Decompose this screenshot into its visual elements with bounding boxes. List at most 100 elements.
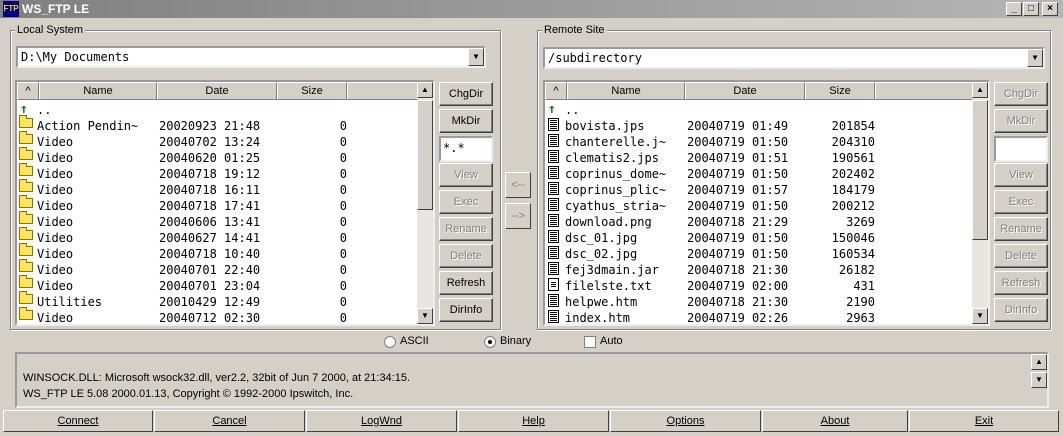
scroll-down-icon[interactable]: ▼ (417, 308, 433, 324)
row-date: 20040719 02:26 (687, 311, 789, 325)
log-scrollbar[interactable]: ▲ ▼ (1031, 354, 1047, 406)
about-button[interactable]: About (762, 410, 908, 432)
list-item[interactable]: Video 20040718 16:11 0 (17, 179, 417, 198)
scroll-thumb[interactable] (972, 100, 988, 240)
remote-filter-input[interactable] (994, 136, 1048, 162)
help-button[interactable]: Help (458, 410, 609, 432)
local-exec-button[interactable]: Exec (439, 190, 493, 214)
minimize-icon[interactable]: _ (1006, 2, 1022, 16)
list-item[interactable]: chanterelle.j~ 20040719 01:50 204310 (545, 134, 945, 150)
folder-icon (19, 131, 33, 144)
chevron-down-icon[interactable]: ▼ (1027, 49, 1043, 67)
scroll-up-icon[interactable]: ▲ (1031, 354, 1047, 370)
ftp-app-icon[interactable]: FTP (3, 1, 19, 17)
chevron-down-icon[interactable]: ▼ (468, 48, 484, 66)
remote-file-list[interactable]: ^ Name Date Size ↑.. bovista.jps 20040719 … (543, 80, 990, 326)
auto-checkbox[interactable] (584, 336, 596, 348)
list-item[interactable]: Video 20040702 13:24 0 (17, 131, 417, 150)
list-item[interactable]: Video 20040718 17:41 0 (17, 195, 417, 214)
row-name: Video (37, 135, 74, 149)
list-item[interactable]: coprinus_plic~ 20040719 01:57 184179 (545, 182, 945, 198)
transfer-to-local-button[interactable]: <-- (505, 172, 531, 198)
list-item[interactable]: Video 20040718 19:12 0 (17, 163, 417, 182)
transfer-to-remote-button[interactable]: --> (505, 203, 531, 229)
row-date: 20040719 01:49 (687, 119, 789, 133)
list-item[interactable]: coprinus_dome~ 20040719 01:50 202402 (545, 166, 945, 182)
maximize-icon[interactable]: □ (1023, 2, 1039, 16)
list-item[interactable]: helpwe.htm 20040718 21:30 2190 (545, 294, 945, 310)
options-button[interactable]: Options (610, 410, 761, 432)
scroll-down-icon[interactable]: ▼ (1031, 372, 1047, 388)
local-path-combo[interactable]: D:\My Documents ▼ (16, 46, 486, 68)
logwnd-button[interactable]: LogWnd (306, 410, 457, 432)
parent-dir-row[interactable]: ↑.. (545, 102, 945, 118)
row-size: 184179 (831, 183, 875, 197)
cancel-button[interactable]: Cancel (154, 410, 305, 432)
scroll-thumb[interactable] (417, 100, 433, 210)
ascii-radio[interactable] (384, 336, 396, 348)
remote-dirinfo-button[interactable]: DirInfo (994, 298, 1048, 322)
list-item[interactable]: Video 20040606 13:41 0 (17, 211, 417, 230)
local-delete-button[interactable]: Delete (439, 244, 493, 268)
list-item[interactable]: bovista.jps 20040719 01:49 201854 (545, 118, 945, 134)
row-date: 20040719 01:50 (687, 199, 789, 213)
connect-button[interactable]: Connect (3, 410, 153, 432)
row-name: bovista.jps (565, 119, 645, 133)
scroll-down-icon[interactable]: ▼ (972, 308, 988, 324)
list-item[interactable]: download.png 20040718 21:29 3269 (545, 214, 945, 230)
list-item[interactable]: Video 20040701 23:04 0 (17, 275, 417, 294)
local-rename-button[interactable]: Rename (439, 217, 493, 241)
list-item[interactable]: fej3dmain.jar 20040718 21:30 26182 (545, 262, 945, 278)
scroll-up-icon[interactable]: ▲ (972, 82, 988, 98)
list-item[interactable]: dsc_02.jpg 20040719 01:50 160534 (545, 246, 945, 262)
list-item[interactable]: Video 20040701 22:40 0 (17, 259, 417, 278)
list-item[interactable]: clematis2.jps 20040719 01:51 190561 (545, 150, 945, 166)
list-item[interactable]: Video 20040627 14:41 0 (17, 227, 417, 246)
column-blank (875, 82, 975, 100)
list-item[interactable]: dsc_01.jpg 20040719 01:50 150046 (545, 230, 945, 246)
local-refresh-button[interactable]: Refresh (439, 271, 493, 295)
column-date[interactable]: Date (685, 82, 805, 100)
remote-delete-button[interactable]: Delete (994, 244, 1048, 268)
column-name[interactable]: Name (39, 82, 157, 100)
remote-mkdir-button[interactable]: MkDir (994, 109, 1048, 133)
remote-view-button[interactable]: View (994, 163, 1048, 187)
parent-dir-row[interactable]: ↑.. (17, 102, 417, 118)
list-item[interactable]: Video 20040718 10:40 0 (17, 243, 417, 262)
list-item[interactable]: Video 20040620 01:25 0 (17, 147, 417, 166)
row-date: 20040719 01:50 (687, 231, 789, 245)
scroll-up-icon[interactable]: ▲ (417, 82, 433, 98)
remote-refresh-button[interactable]: Refresh (994, 271, 1048, 295)
column-size[interactable]: Size (277, 82, 347, 100)
remote-scrollbar[interactable]: ▲ ▼ (972, 82, 988, 324)
title-bar: FTP WS_FTP LE _ □ × (0, 0, 1063, 18)
list-item[interactable]: Action Pendin~ 20020923 21:48 0 (17, 115, 417, 134)
remote-path-combo[interactable]: /subdirectory ▼ (543, 47, 1045, 69)
column-date[interactable]: Date (157, 82, 277, 100)
remote-rename-button[interactable]: Rename (994, 217, 1048, 241)
list-item[interactable]: filelste.txt 20040719 02:00 431 (545, 278, 945, 294)
local-chgdir-button[interactable]: ChgDir (439, 82, 493, 106)
local-scrollbar[interactable]: ▲ ▼ (417, 82, 433, 324)
local-dirinfo-button[interactable]: DirInfo (439, 298, 493, 322)
sort-header[interactable]: ^ (17, 82, 39, 100)
sort-header[interactable]: ^ (545, 82, 567, 100)
list-item[interactable]: Utilities 20010429 12:49 0 (17, 291, 417, 310)
row-size: 3269 (846, 215, 875, 229)
close-icon[interactable]: × (1042, 2, 1058, 16)
list-item[interactable]: cyathus_stria~ 20040719 01:50 200212 (545, 198, 945, 214)
binary-radio[interactable] (484, 336, 496, 348)
local-file-list[interactable]: ^ Name Date Size ↑.. Action Pendin~ 200209… (15, 80, 435, 326)
local-view-button[interactable]: View (439, 163, 493, 187)
exit-button[interactable]: Exit (909, 410, 1059, 432)
list-item[interactable]: Video 20040712 02:30 0 (17, 307, 417, 324)
row-date: 20040719 01:57 (687, 183, 789, 197)
list-item[interactable]: index.htm 20040719 02:26 2963 (545, 310, 945, 325)
column-size[interactable]: Size (805, 82, 875, 100)
remote-chgdir-button[interactable]: ChgDir (994, 82, 1048, 106)
local-mkdir-button[interactable]: MkDir (439, 109, 493, 133)
remote-exec-button[interactable]: Exec (994, 190, 1048, 214)
folder-icon (19, 259, 33, 272)
column-name[interactable]: Name (567, 82, 685, 100)
local-filter-input[interactable]: *.* (439, 136, 493, 162)
